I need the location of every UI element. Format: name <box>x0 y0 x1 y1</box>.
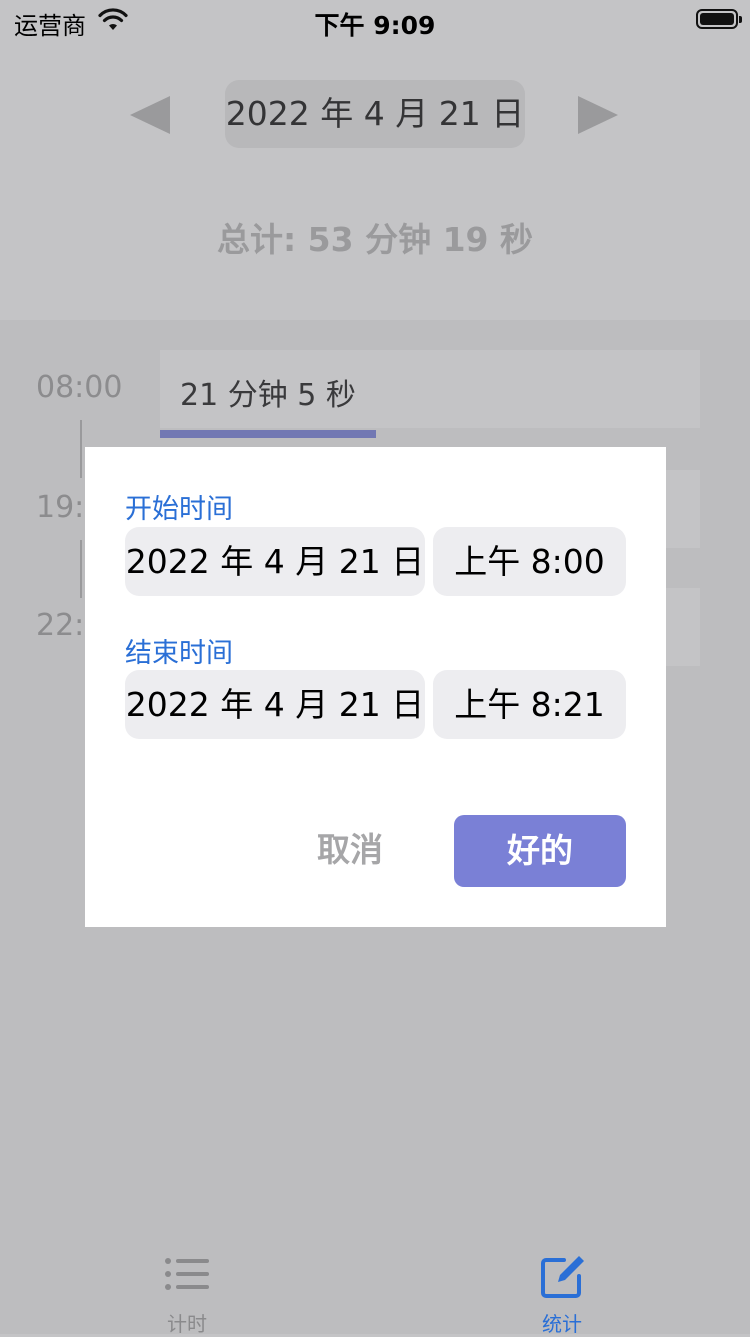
entry-progress-bar <box>160 430 376 438</box>
tab-label: 计时 <box>167 1312 207 1336</box>
end-time-picker[interactable]: 上午 8:21 <box>433 670 626 739</box>
timeline-connector <box>80 540 82 598</box>
status-clock: 下午 9:09 <box>314 11 436 40</box>
tab-bar: 计时 统计 <box>0 1220 750 1336</box>
entry-duration: 21 分钟 5 秒 <box>180 378 356 413</box>
total-duration: 总计: 53 分钟 19 秒 <box>217 220 533 259</box>
cancel-button[interactable]: 取消 <box>300 814 400 886</box>
entry-time-label: 22: <box>36 608 85 643</box>
timeline-entry[interactable]: 21 分钟 5 秒 <box>160 350 700 428</box>
status-bar: 运营商 下午 9:09 <box>0 0 750 40</box>
edit-time-dialog: 开始时间 2022 年 4 月 21 日 上午 8:00 结束时间 2022 年… <box>85 447 666 927</box>
date-selector[interactable]: 2022 年 4 月 21 日 <box>225 80 525 148</box>
tab-timer[interactable]: 计时 <box>87 1220 287 1336</box>
previous-day-icon[interactable] <box>130 96 170 134</box>
start-time-picker[interactable]: 上午 8:00 <box>433 527 626 596</box>
tab-label: 统计 <box>542 1312 582 1336</box>
tab-stats[interactable]: 统计 <box>462 1220 662 1336</box>
edit-icon <box>541 1256 584 1298</box>
entry-time-label: 19: <box>36 490 85 525</box>
start-time-label: 开始时间 <box>125 494 233 525</box>
next-day-icon[interactable] <box>578 96 618 134</box>
battery-icon <box>696 9 742 29</box>
timeline-connector <box>80 420 82 478</box>
ok-button[interactable]: 好的 <box>454 815 626 887</box>
entry-time-label: 08:00 <box>36 370 123 405</box>
start-date-picker[interactable]: 2022 年 4 月 21 日 <box>125 527 425 596</box>
end-date-picker[interactable]: 2022 年 4 月 21 日 <box>125 670 425 739</box>
list-icon <box>165 1258 209 1290</box>
end-time-label: 结束时间 <box>125 638 233 669</box>
